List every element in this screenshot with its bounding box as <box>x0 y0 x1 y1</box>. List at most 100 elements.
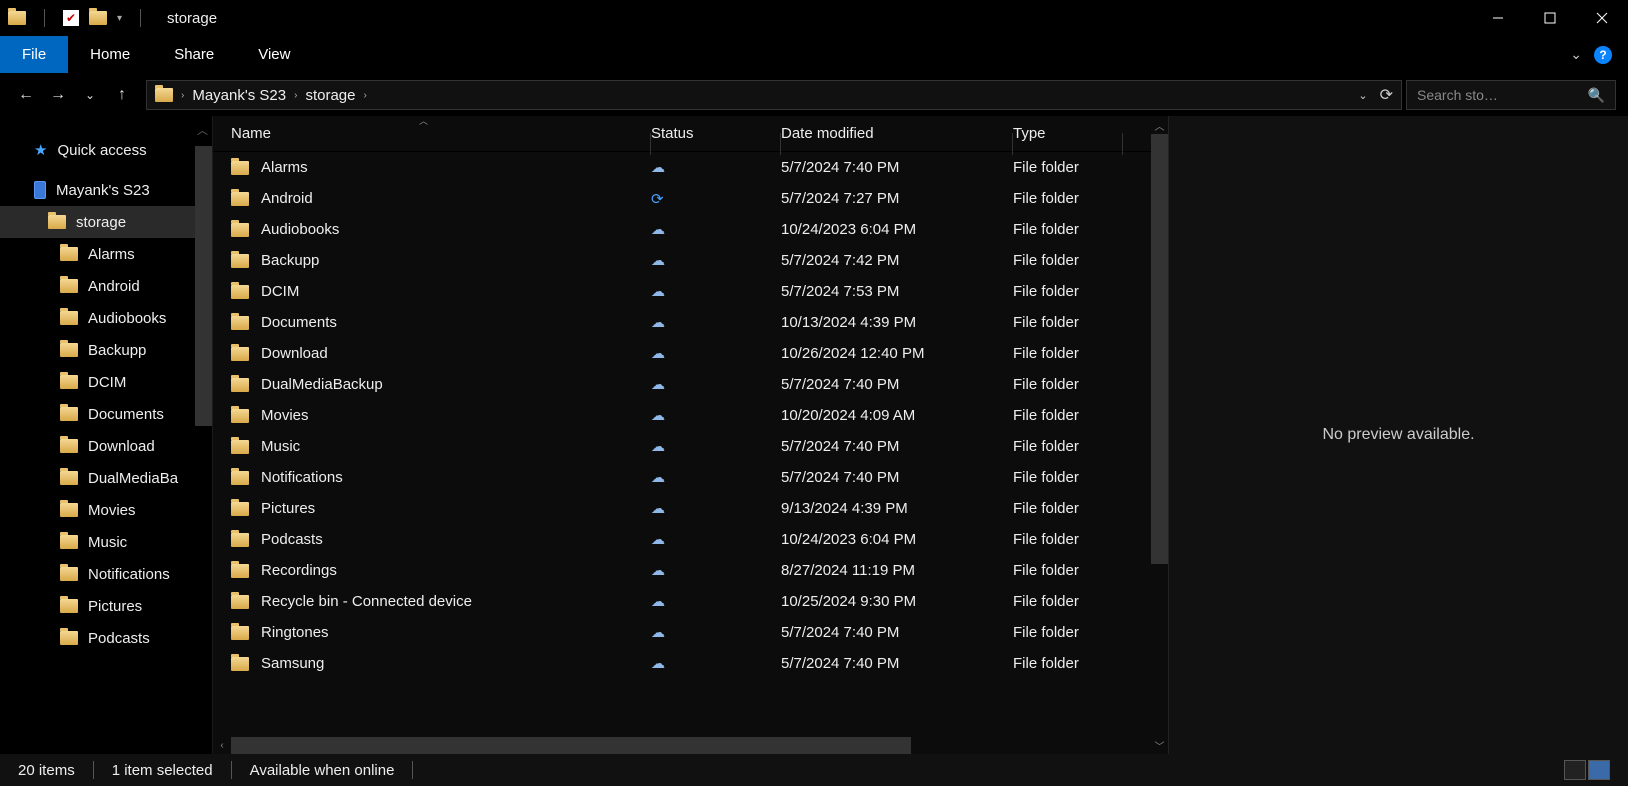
table-row[interactable]: Music☁5/7/2024 7:40 PMFile folder <box>213 431 1168 462</box>
table-row[interactable]: Podcasts☁10/24/2023 6:04 PMFile folder <box>213 524 1168 555</box>
search-input[interactable]: Search sto… 🔍 <box>1406 80 1616 110</box>
forward-button[interactable]: → <box>44 81 72 109</box>
vertical-scrollbar[interactable]: ︿ ﹀ <box>1151 116 1168 754</box>
tree-item[interactable]: DCIM <box>0 366 212 398</box>
file-name: DCIM <box>261 283 299 300</box>
recent-dropdown[interactable]: ⌄ <box>76 81 104 109</box>
file-type: File folder <box>1013 190 1123 207</box>
column-headers: ︿ Name Status Date modified Type <box>213 116 1168 152</box>
tree-item[interactable]: Alarms <box>0 238 212 270</box>
file-date: 5/7/2024 7:40 PM <box>781 376 1013 393</box>
tree-item[interactable]: Music <box>0 526 212 558</box>
table-row[interactable]: Android⟳5/7/2024 7:27 PMFile folder <box>213 183 1168 214</box>
tree-item[interactable]: Android <box>0 270 212 302</box>
table-row[interactable]: Recordings☁8/27/2024 11:19 PMFile folder <box>213 555 1168 586</box>
scroll-down-icon[interactable]: ﹀ <box>1151 736 1168 754</box>
table-row[interactable]: Recycle bin - Connected device☁10/25/202… <box>213 586 1168 617</box>
cloud-icon: ☁ <box>651 624 665 641</box>
cloud-icon: ☁ <box>651 252 665 269</box>
tree-label: DualMediaBa <box>88 470 178 487</box>
separator <box>231 761 232 779</box>
tree-item[interactable]: Pictures <box>0 590 212 622</box>
file-date: 5/7/2024 7:53 PM <box>781 283 1013 300</box>
tree-item[interactable]: Podcasts <box>0 622 212 654</box>
tree-label: Movies <box>88 502 136 519</box>
table-row[interactable]: Documents☁10/13/2024 4:39 PMFile folder <box>213 307 1168 338</box>
table-row[interactable]: Notifications☁5/7/2024 7:40 PMFile folde… <box>213 462 1168 493</box>
horizontal-scrollbar[interactable]: ‹ › <box>213 736 1168 754</box>
tree-item[interactable]: Audiobooks <box>0 302 212 334</box>
dropdown-icon[interactable]: ▾ <box>117 13 122 24</box>
column-type[interactable]: Type <box>1013 125 1123 142</box>
divider <box>44 9 45 27</box>
tab-view[interactable]: View <box>236 36 312 73</box>
column-date[interactable]: Date modified <box>781 125 1013 142</box>
chevron-right-icon[interactable]: › <box>363 90 366 101</box>
tree-label: Notifications <box>88 566 170 583</box>
chevron-right-icon[interactable]: › <box>181 90 184 101</box>
folder-icon <box>231 347 249 361</box>
table-row[interactable]: Audiobooks☁10/24/2023 6:04 PMFile folder <box>213 214 1168 245</box>
breadcrumb-item[interactable]: storage <box>305 87 355 104</box>
tab-file[interactable]: File <box>0 36 68 73</box>
tree-item[interactable]: DualMediaBa <box>0 462 212 494</box>
table-row[interactable]: DCIM☁5/7/2024 7:53 PMFile folder <box>213 276 1168 307</box>
table-row[interactable]: Ringtones☁5/7/2024 7:40 PMFile folder <box>213 617 1168 648</box>
breadcrumb-item[interactable]: Mayank's S23 <box>192 87 286 104</box>
table-row[interactable]: Backupp☁5/7/2024 7:42 PMFile folder <box>213 245 1168 276</box>
cloud-icon: ☁ <box>651 159 665 176</box>
minimize-button[interactable] <box>1472 0 1524 36</box>
address-dropdown-icon[interactable]: ⌄ <box>1358 89 1367 102</box>
folder-icon <box>231 564 249 578</box>
table-row[interactable]: Download☁10/26/2024 12:40 PMFile folder <box>213 338 1168 369</box>
close-button[interactable] <box>1576 0 1628 36</box>
scrollbar-thumb[interactable] <box>1151 134 1168 564</box>
details-view-button[interactable] <box>1564 760 1586 780</box>
tree-item[interactable]: Backupp <box>0 334 212 366</box>
file-name: Android <box>261 190 313 207</box>
folder-icon <box>60 631 78 645</box>
tree-quick-access[interactable]: ★Quick access <box>0 134 212 166</box>
folder-icon <box>60 279 78 293</box>
scrollbar-thumb[interactable] <box>231 737 911 754</box>
file-type: File folder <box>1013 252 1123 269</box>
tab-home[interactable]: Home <box>68 36 152 73</box>
folder-icon <box>231 316 249 330</box>
chevron-right-icon[interactable]: › <box>294 90 297 101</box>
tree-storage[interactable]: storage <box>0 206 212 238</box>
scroll-up-icon[interactable]: ︿ <box>1151 116 1168 134</box>
tab-share[interactable]: Share <box>152 36 236 73</box>
scroll-up-icon[interactable]: ︿ <box>197 122 208 138</box>
expand-ribbon-icon[interactable]: ⌄ <box>1570 46 1582 63</box>
table-row[interactable]: Alarms☁5/7/2024 7:40 PMFile folder <box>213 152 1168 183</box>
file-type: File folder <box>1013 221 1123 238</box>
back-button[interactable]: ← <box>12 81 40 109</box>
table-row[interactable]: DualMediaBackup☁5/7/2024 7:40 PMFile fol… <box>213 369 1168 400</box>
tree-item[interactable]: Download <box>0 430 212 462</box>
tree-scrollbar[interactable] <box>195 146 212 426</box>
file-type: File folder <box>1013 593 1123 610</box>
table-row[interactable]: Pictures☁9/13/2024 4:39 PMFile folder <box>213 493 1168 524</box>
checkbox-icon: ✔ <box>63 10 79 26</box>
table-row[interactable]: Samsung☁5/7/2024 7:40 PMFile folder <box>213 648 1168 679</box>
column-status[interactable]: Status <box>651 125 781 142</box>
tree-item[interactable]: Movies <box>0 494 212 526</box>
address-bar[interactable]: › Mayank's S23 › storage › ⌄ ⟳ <box>146 80 1402 110</box>
cloud-icon: ☁ <box>651 562 665 579</box>
file-type: File folder <box>1013 624 1123 641</box>
scroll-left-icon[interactable]: ‹ <box>213 740 231 751</box>
help-icon[interactable]: ? <box>1594 46 1612 64</box>
large-icons-view-button[interactable] <box>1588 760 1610 780</box>
tree-device[interactable]: Mayank's S23 <box>0 174 212 206</box>
tree-item[interactable]: Documents <box>0 398 212 430</box>
up-button[interactable]: ↑ <box>108 81 136 109</box>
window-title: storage <box>167 10 217 27</box>
folder-icon <box>155 88 173 102</box>
table-row[interactable]: Movies☁10/20/2024 4:09 AMFile folder <box>213 400 1168 431</box>
folder-icon <box>60 375 78 389</box>
tree-item[interactable]: Notifications <box>0 558 212 590</box>
column-name[interactable]: Name <box>231 125 651 142</box>
maximize-button[interactable] <box>1524 0 1576 36</box>
tree-label: Music <box>88 534 127 551</box>
refresh-icon[interactable]: ⟳ <box>1380 85 1393 105</box>
